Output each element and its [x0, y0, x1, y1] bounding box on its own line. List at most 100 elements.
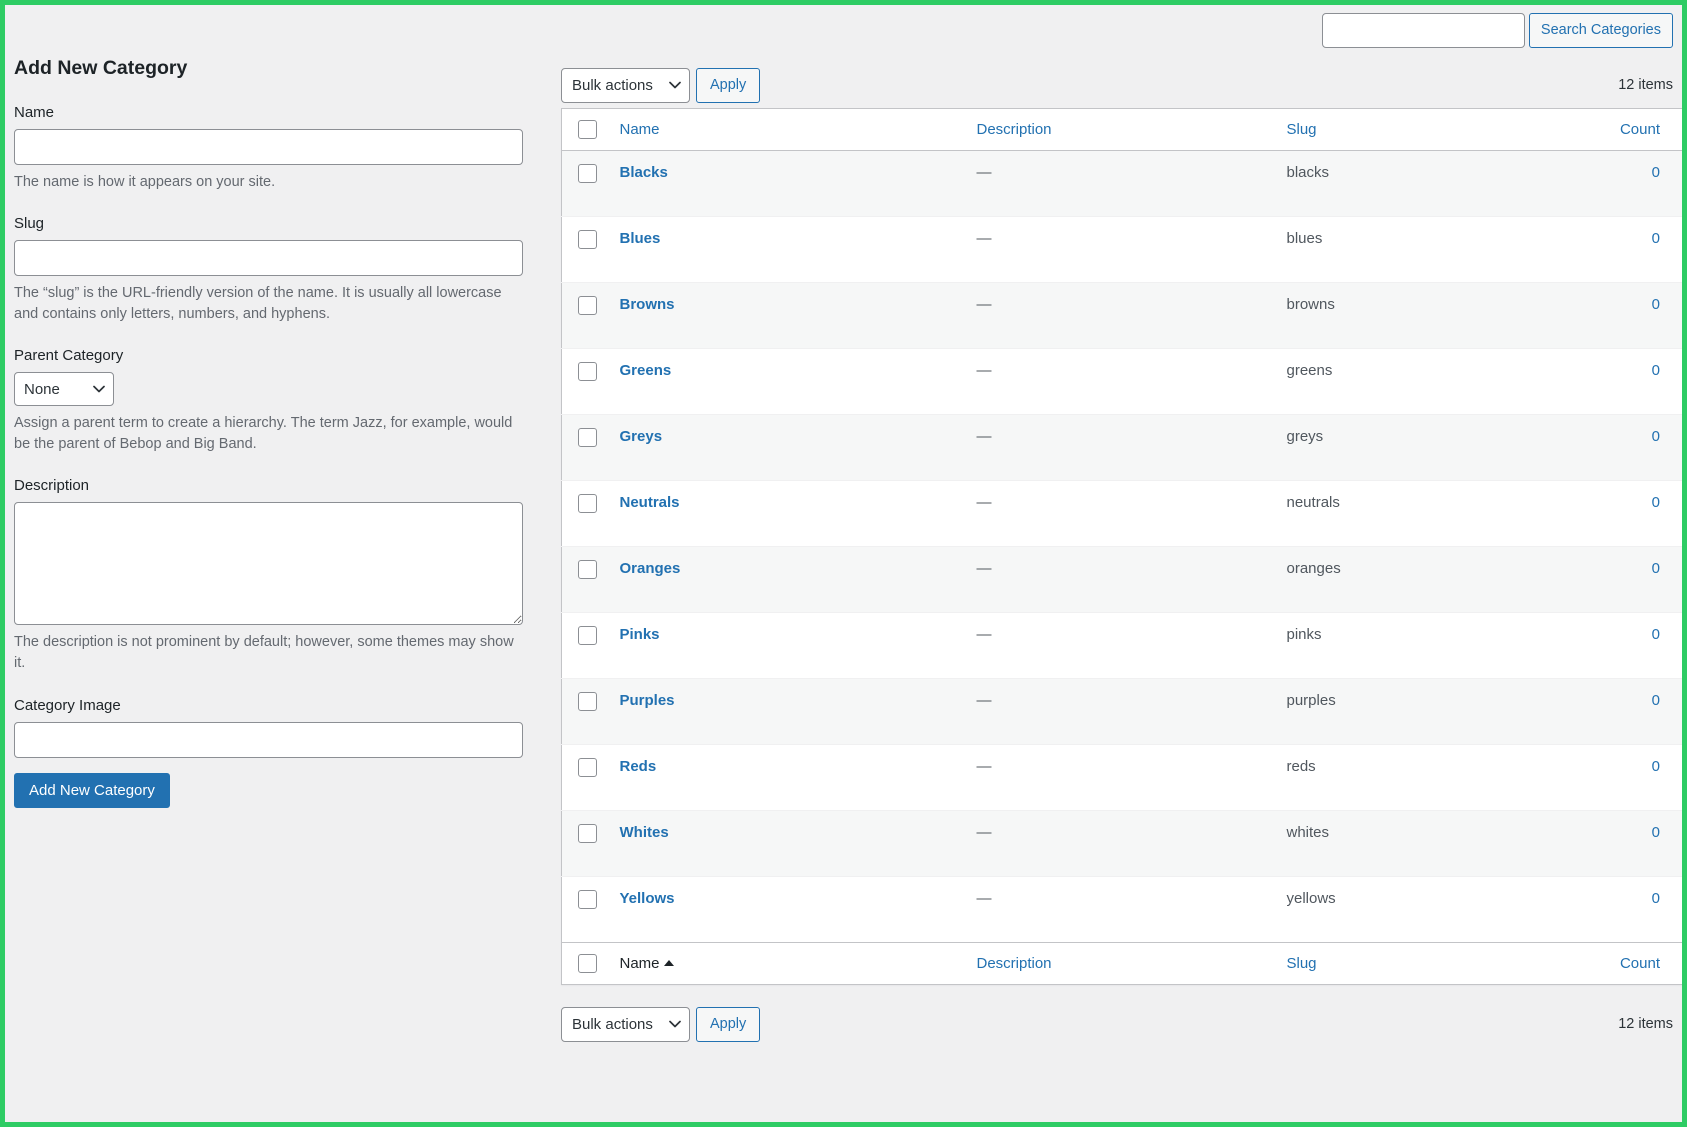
category-name-link[interactable]: Yellows: [620, 890, 675, 907]
category-name-link[interactable]: Greens: [620, 362, 672, 379]
screenshot-viewport: Add New Category Name The name is how it…: [0, 0, 1687, 1127]
category-count-link[interactable]: 0: [1652, 494, 1660, 511]
apply-button-bottom[interactable]: Apply: [696, 1006, 761, 1042]
parent-category-select[interactable]: None: [14, 372, 114, 407]
search-input[interactable]: [1321, 13, 1525, 48]
footer-description: Description: [966, 942, 1277, 985]
row-slug-cell: whites: [1276, 810, 1552, 877]
bulk-actions-select-bottom[interactable]: Bulk actions: [561, 1006, 690, 1042]
category-name-link[interactable]: Pinks: [620, 626, 660, 643]
category-count-link[interactable]: 0: [1652, 626, 1660, 643]
table-row: Browns — browns 0: [561, 282, 1682, 349]
bulk-actions-bottom-wrap: Bulk actions: [561, 1006, 690, 1042]
category-count-link[interactable]: 0: [1652, 428, 1660, 445]
table-row: Oranges — oranges 0: [561, 546, 1682, 613]
name-input[interactable]: [14, 129, 523, 166]
category-name-link[interactable]: Blues: [620, 230, 661, 247]
category-description-text: —: [976, 230, 992, 247]
sort-by-slug-link-top[interactable]: Slug: [1287, 121, 1317, 138]
row-select-checkbox[interactable]: [578, 230, 597, 249]
category-image-input[interactable]: [14, 721, 523, 758]
row-select-checkbox[interactable]: [578, 494, 597, 513]
row-select-checkbox[interactable]: [578, 560, 597, 579]
apply-button-top[interactable]: Apply: [696, 67, 761, 103]
category-count-link[interactable]: 0: [1652, 824, 1660, 841]
row-slug-cell: greys: [1276, 414, 1552, 481]
table-row: Blues — blues 0: [561, 216, 1682, 283]
select-all-checkbox-bottom[interactable]: [578, 954, 597, 973]
table-row: Pinks — pinks 0: [561, 612, 1682, 679]
sort-by-slug-link-bottom[interactable]: Slug: [1287, 955, 1317, 972]
row-slug-cell: reds: [1276, 744, 1552, 811]
table-row: Blacks — blacks 0: [561, 150, 1682, 217]
category-count-link[interactable]: 0: [1652, 560, 1660, 577]
description-help-text: The description is not prominent by defa…: [14, 634, 514, 672]
row-count-cell: 0: [1551, 678, 1682, 745]
category-count-link[interactable]: 0: [1652, 230, 1660, 247]
row-select-checkbox[interactable]: [578, 362, 597, 381]
category-count-link[interactable]: 0: [1652, 692, 1660, 709]
row-select-checkbox[interactable]: [578, 626, 597, 645]
row-description-cell: —: [966, 810, 1277, 877]
table-row: Greens — greens 0: [561, 348, 1682, 415]
header-description: Description: [966, 108, 1277, 151]
category-name-link[interactable]: Reds: [620, 758, 657, 775]
category-count-link[interactable]: 0: [1652, 890, 1660, 907]
category-name-link[interactable]: Blacks: [620, 164, 668, 181]
add-new-category-form: Add New Category Name The name is how it…: [5, 5, 553, 1122]
sort-by-count-link-top[interactable]: Count: [1620, 121, 1660, 138]
row-select-checkbox[interactable]: [578, 428, 597, 447]
table-row: Greys — greys 0: [561, 414, 1682, 481]
header-name: Name: [609, 108, 967, 151]
category-description-text: —: [976, 494, 992, 511]
sort-by-description-link-bottom[interactable]: Description: [977, 955, 1052, 972]
category-name-link[interactable]: Purples: [620, 692, 675, 709]
row-description-cell: —: [966, 348, 1277, 415]
sort-by-name-link-bottom[interactable]: Name: [620, 955, 660, 972]
select-all-checkbox-top[interactable]: [578, 120, 597, 139]
categories-table: Name Description Slug Count Blacks — blac: [561, 108, 1682, 985]
description-label: Description: [14, 477, 90, 495]
row-name-cell: Browns: [609, 282, 967, 349]
row-slug-cell: yellows: [1276, 876, 1552, 943]
add-new-category-submit-button[interactable]: Add New Category: [14, 772, 170, 808]
row-count-cell: 0: [1551, 216, 1682, 283]
table-foot: Name Description Slug Count: [561, 942, 1682, 985]
row-select-checkbox[interactable]: [578, 824, 597, 843]
category-count-link[interactable]: 0: [1652, 164, 1660, 181]
category-name-link[interactable]: Oranges: [620, 560, 681, 577]
sort-by-count-link-bottom[interactable]: Count: [1620, 955, 1660, 972]
category-name-link[interactable]: Neutrals: [620, 494, 680, 511]
row-description-cell: —: [966, 216, 1277, 283]
category-slug-text: blacks: [1286, 164, 1330, 181]
slug-input[interactable]: [14, 240, 523, 277]
row-description-cell: —: [966, 414, 1277, 481]
category-count-link[interactable]: 0: [1652, 758, 1660, 775]
category-name-link[interactable]: Browns: [620, 296, 675, 313]
slug-label: Slug: [14, 215, 45, 233]
category-count-link[interactable]: 0: [1652, 296, 1660, 313]
row-select-checkbox[interactable]: [578, 692, 597, 711]
category-name-link[interactable]: Greys: [620, 428, 663, 445]
row-select-checkbox[interactable]: [578, 890, 597, 909]
row-description-cell: —: [966, 150, 1277, 217]
row-select-checkbox[interactable]: [578, 758, 597, 777]
row-select-cell: [561, 414, 610, 481]
sort-by-description-link-top[interactable]: Description: [977, 121, 1052, 138]
row-count-cell: 0: [1551, 282, 1682, 349]
row-count-cell: 0: [1551, 348, 1682, 415]
category-name-link[interactable]: Whites: [620, 824, 669, 841]
search-categories-button[interactable]: Search Categories: [1528, 13, 1673, 48]
row-name-cell: Whites: [609, 810, 967, 877]
category-description-text: —: [976, 296, 992, 313]
row-select-checkbox[interactable]: [578, 296, 597, 315]
row-select-checkbox[interactable]: [578, 164, 597, 183]
sort-by-name-link-top[interactable]: Name: [620, 121, 660, 138]
row-count-cell: 0: [1551, 480, 1682, 547]
table-row: Yellows — yellows 0: [561, 876, 1682, 943]
description-textarea[interactable]: [14, 502, 523, 626]
category-slug-text: greys: [1286, 428, 1324, 445]
row-name-cell: Reds: [609, 744, 967, 811]
bulk-actions-select-top[interactable]: Bulk actions: [561, 67, 690, 103]
category-count-link[interactable]: 0: [1652, 362, 1660, 379]
